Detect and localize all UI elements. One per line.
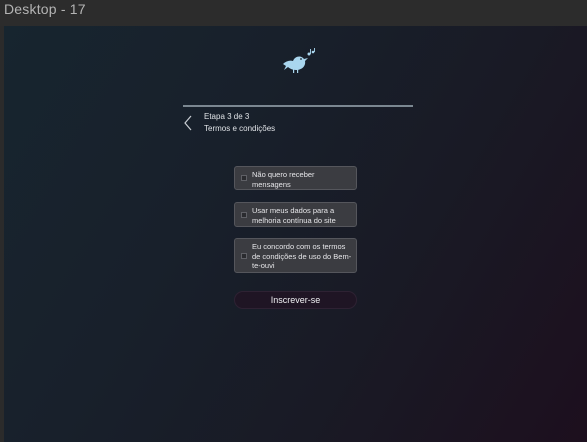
option-accept-terms[interactable]: Eu concordo com os termos de condições d…	[234, 238, 357, 273]
header-divider	[183, 105, 413, 107]
window-title: Desktop - 17	[4, 1, 86, 17]
window-titlebar: Desktop - 17	[0, 0, 587, 26]
signup-frame: Etapa 3 de 3 Termos e condições Não quer…	[4, 26, 587, 442]
option-label: Usar meus dados para a melhoria contínua…	[252, 206, 336, 225]
bird-logo-icon	[283, 48, 315, 73]
option-data-usage[interactable]: Usar meus dados para a melhoria contínua…	[234, 202, 357, 227]
option-no-messages[interactable]: Não quero receber mensagens	[234, 166, 357, 190]
step-indicator: Etapa 3 de 3	[204, 112, 250, 121]
checkbox[interactable]	[241, 211, 247, 218]
option-label: Não quero receber mensagens	[252, 170, 315, 189]
checkbox[interactable]	[241, 252, 247, 259]
signup-button[interactable]: Inscrever-se	[234, 291, 357, 309]
chevron-left-icon[interactable]	[182, 114, 196, 132]
option-label: Eu concordo com os termos de condições d…	[252, 242, 352, 270]
page-title: Termos e condições	[204, 124, 276, 133]
checkbox[interactable]	[241, 175, 247, 181]
